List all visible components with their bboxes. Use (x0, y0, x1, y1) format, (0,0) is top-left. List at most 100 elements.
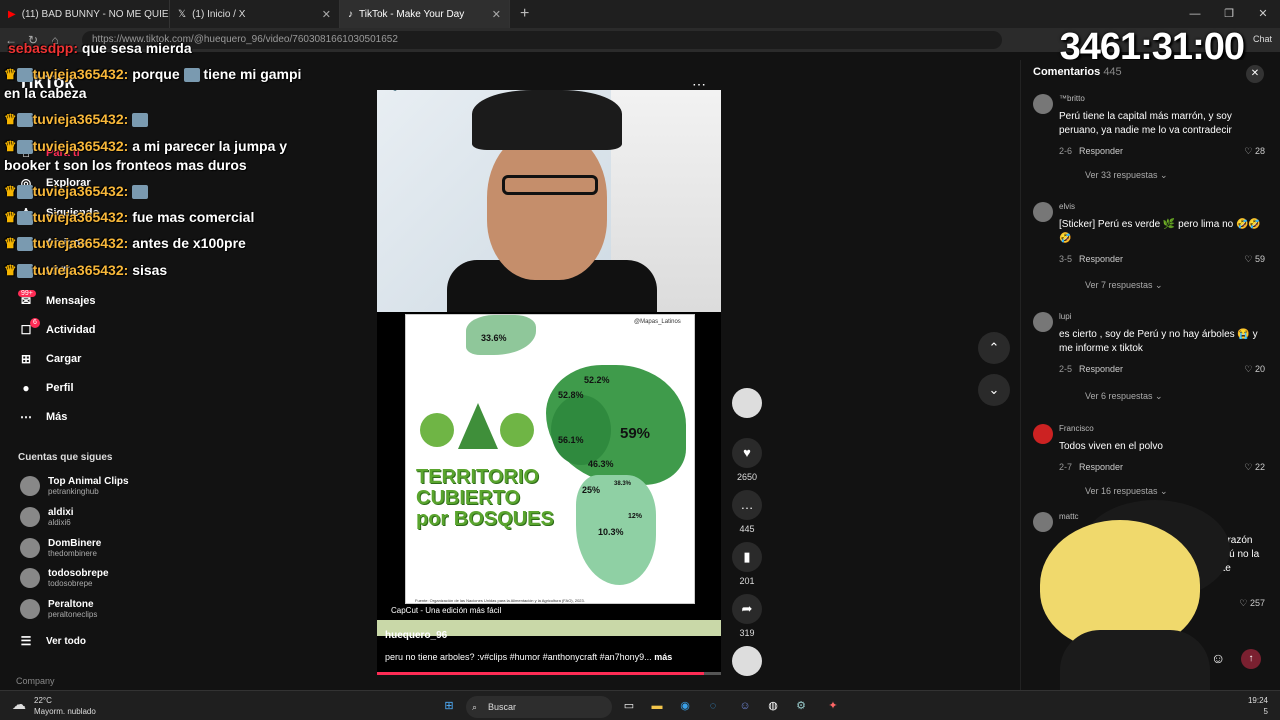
maximize-button[interactable]: ❐ (1212, 0, 1246, 28)
emote-icon (132, 185, 149, 200)
chat-user: sebasdpp: (8, 40, 79, 56)
comments-count: 445 (1103, 66, 1122, 78)
close-comments-button[interactable]: ✕ (1246, 65, 1264, 83)
copilot-chat-button[interactable]: Chat (1253, 34, 1272, 44)
like-button[interactable]: ♥ 2650 (732, 438, 762, 482)
chat-message: ♛ tuvieja365432: porque tiene mi gampi (4, 66, 301, 83)
account-item[interactable]: todosobrepe todosobrepe (20, 568, 109, 588)
next-video-button[interactable]: ⌄ (978, 374, 1010, 406)
x-icon: 𝕏 (178, 8, 187, 20)
account-item[interactable]: Top Animal Clips petrankinghub (20, 476, 129, 496)
comment-date: 3-5 (1059, 254, 1073, 264)
video-description: peru no tiene arboles? :v#clips #humor #… (385, 652, 715, 662)
chat-message-cont: en la cabeza (4, 85, 87, 101)
avatar (16, 140, 33, 155)
account-item[interactable]: DomBinere thedombinere (20, 538, 101, 558)
discord-icon[interactable]: ☺ (736, 697, 754, 715)
account-handle: todosobrepe (48, 579, 93, 588)
crown-icon: ♛ (4, 183, 17, 199)
sidebar-item-label: Mensajes (46, 295, 96, 307)
windows-start-icon[interactable]: ⊞ (440, 697, 458, 715)
taskbar-search[interactable]: ⌕ Buscar (466, 696, 612, 718)
webcam-feed (377, 90, 721, 312)
share-icon: ➦ (732, 594, 762, 624)
save-button[interactable]: ▮ 201 (732, 542, 762, 586)
close-icon[interactable]: ✕ (492, 8, 501, 21)
tab-tiktok[interactable]: ♪ TikTok - Make Your Day ✕ (340, 0, 510, 28)
account-name: Top Animal Clips (48, 476, 129, 487)
close-icon[interactable]: ✕ (322, 8, 331, 21)
reply-button[interactable]: Responder (1079, 462, 1123, 472)
avatar (16, 185, 33, 200)
emote-icon (132, 113, 149, 128)
browser-icon[interactable]: ◌ (704, 697, 722, 715)
tab-youtube[interactable]: ▶ (11) BAD BUNNY - NO ME QUIERO ✕ (0, 0, 170, 28)
video-progress-fill (377, 672, 704, 675)
company-link[interactable]: Company (16, 676, 55, 686)
task-view-icon[interactable]: ▭ (620, 697, 638, 715)
send-comment-button[interactable]: ↑ (1241, 649, 1261, 669)
comment-button[interactable]: … 445 (732, 490, 762, 534)
account-handle: peraltoneclips (48, 610, 98, 619)
url-field[interactable]: https://www.tiktok.com/@huequero_96/vide… (82, 31, 1002, 49)
account-item[interactable]: Peraltone peraltoneclips (20, 599, 97, 619)
view-replies-button[interactable]: Ver 33 respuestas ⌄ (1085, 170, 1168, 181)
video-caption: peru no tiene arboles? :v#clips #humor #… (385, 652, 652, 662)
sidebar-item-mas[interactable]: ⋯ Más (18, 410, 67, 424)
trees-icon (420, 403, 540, 453)
video-author[interactable]: huequero_96 (385, 630, 447, 641)
creator-avatar[interactable] (732, 388, 762, 418)
comment-likes[interactable]: ♡ 22 (1244, 462, 1265, 473)
map-title-line: TERRITORIO (416, 466, 539, 488)
view-replies-button[interactable]: Ver 16 respuestas ⌄ (1085, 486, 1168, 497)
person-cap (472, 90, 622, 150)
reply-button[interactable]: Responder (1079, 146, 1123, 156)
tab-label: (1) Inicio / X (192, 8, 246, 20)
comment-user[interactable]: elvis (1059, 202, 1075, 211)
system-clock[interactable]: 19:24 5 (1248, 695, 1268, 717)
obs-icon[interactable]: ◍ (764, 697, 782, 715)
view-replies-label: Ver 33 respuestas (1085, 170, 1158, 180)
reply-button[interactable]: Responder (1079, 364, 1123, 374)
video-progress[interactable] (377, 672, 721, 675)
new-tab-button[interactable]: + (510, 5, 539, 23)
see-all-accounts[interactable]: ☰ Ver todo (18, 634, 86, 648)
view-replies-label: Ver 16 respuestas (1085, 486, 1158, 496)
comment-user[interactable]: ™britto (1059, 94, 1085, 103)
view-replies-button[interactable]: Ver 6 respuestas ⌄ (1085, 391, 1163, 402)
chat-message: ♛ tuvieja365432: antes de x100pre (4, 235, 246, 252)
view-replies-button[interactable]: Ver 7 respuestas ⌄ (1085, 280, 1163, 291)
chat-message: ♛ tuvieja365432: sisas (4, 262, 167, 279)
video-player[interactable]: 🔊 33.6% 52.2% 52.8% 56.1% 59% 46.3% 25% … (377, 90, 721, 675)
comment-likes[interactable]: ♡ 20 (1244, 364, 1265, 375)
avatar (1033, 202, 1053, 222)
edge-icon[interactable]: ◉ (676, 697, 694, 715)
more-link[interactable]: más (654, 652, 672, 662)
avatar (16, 211, 33, 226)
sound-avatar[interactable] (732, 646, 762, 676)
reply-button[interactable]: Responder (1079, 254, 1123, 264)
comment-likes[interactable]: ♡ 59 (1244, 254, 1265, 265)
previous-video-button[interactable]: ⌃ (978, 332, 1010, 364)
activity-badge: 6 (30, 318, 40, 328)
comment-user[interactable]: lupi (1059, 312, 1071, 321)
close-window-button[interactable]: ✕ (1246, 0, 1280, 28)
app-icon[interactable]: ✦ (824, 697, 842, 715)
account-item[interactable]: aldixi aldixi6 (20, 507, 74, 527)
sidebar-item-label: Más (46, 411, 68, 423)
volume-icon[interactable]: 🔊 (391, 90, 407, 92)
minimize-button[interactable]: — (1178, 0, 1212, 28)
sidebar-item-cargar[interactable]: ⊞ Cargar (18, 352, 82, 366)
sidebar-item-perfil[interactable]: ● Perfil (18, 381, 73, 395)
comment-user[interactable]: Francisco (1059, 424, 1094, 433)
weather-widget[interactable]: ☁ 22°C Mayorm. nublado (12, 695, 96, 717)
crown-icon: ♛ (4, 235, 17, 251)
comment-likes[interactable]: ♡ 28 (1244, 146, 1265, 157)
tab-x[interactable]: 𝕏 (1) Inicio / X ✕ (170, 0, 340, 28)
more-options-icon[interactable]: ⋯ (692, 76, 706, 93)
avatar (1033, 312, 1053, 332)
steam-icon[interactable]: ⚙ (792, 697, 810, 715)
file-explorer-icon[interactable]: ▬ (648, 697, 666, 715)
comment-likes[interactable]: ♡ 257 (1239, 598, 1265, 609)
share-button[interactable]: ➦ 319 (732, 594, 762, 638)
